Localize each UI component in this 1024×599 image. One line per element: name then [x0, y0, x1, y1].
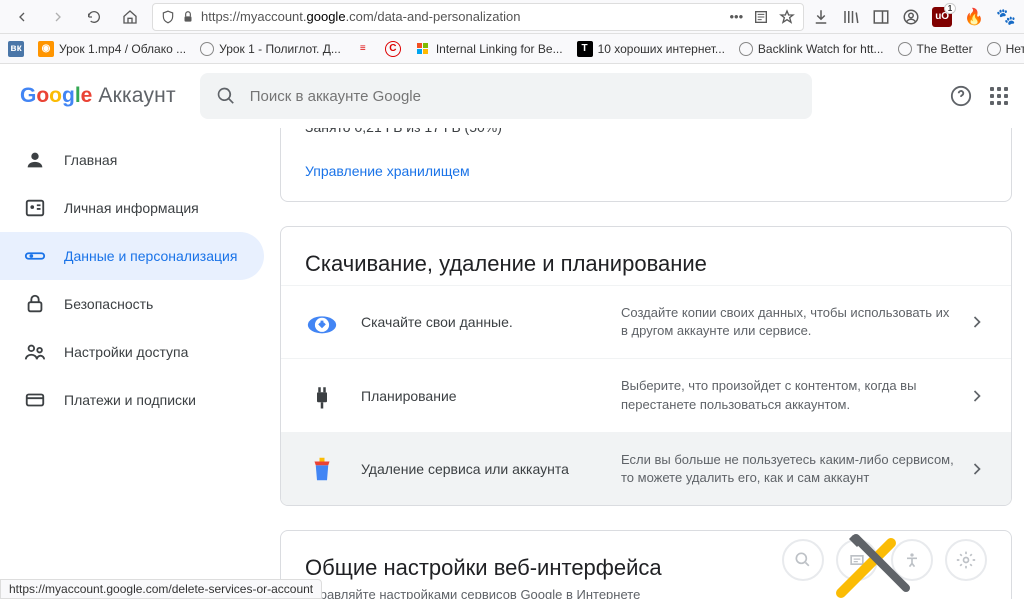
sidebar-item-personal[interactable]: Личная информация — [0, 184, 264, 232]
chevron-right-icon — [967, 386, 987, 406]
bookmark-item[interactable]: Internal Linking for Be... — [415, 41, 563, 57]
google-header: Google Аккаунт — [0, 64, 1024, 128]
reload-button[interactable] — [80, 3, 108, 31]
apps-grid-icon[interactable] — [990, 87, 1008, 105]
sidebar-item-home[interactable]: Главная — [0, 136, 264, 184]
manage-storage-link[interactable]: Управление хранилищем — [305, 163, 470, 179]
chevron-right-icon — [967, 312, 987, 332]
storage-used-text: Занято 0,21 ГБ из 17 ГБ (50%) — [305, 128, 987, 135]
search-input[interactable] — [250, 88, 796, 105]
bookmark-item[interactable]: The Better — [898, 42, 973, 56]
google-logo[interactable]: Google Аккаунт — [20, 84, 176, 108]
library-icon[interactable] — [842, 8, 860, 26]
sidebar-item-payments[interactable]: Платежи и подписки — [0, 376, 264, 424]
chevron-right-icon — [967, 459, 987, 479]
sidebar-icon[interactable] — [872, 8, 890, 26]
home-button[interactable] — [116, 3, 144, 31]
bookmark-item[interactable]: Нетология | Landing ... — [987, 42, 1024, 56]
download-data-row[interactable]: Скачайте свои данные. Создайте копии сво… — [281, 285, 1011, 358]
bookmark-item[interactable]: C — [385, 41, 401, 57]
bookmark-item[interactable]: ◉Урок 1.mp4 / Облако ... — [38, 41, 186, 57]
bookmark-item[interactable]: Backlink Watch for htt... — [739, 42, 884, 56]
shield-icon — [161, 10, 175, 24]
bookmark-star-icon[interactable] — [779, 9, 795, 25]
bookmark-item[interactable]: вк — [8, 41, 24, 57]
storage-card: Занято 0,21 ГБ из 17 ГБ (50%) Управление… — [280, 128, 1012, 202]
reader-icon[interactable] — [753, 9, 769, 25]
bookmarks-bar: вк ◉Урок 1.mp4 / Облако ... Урок 1 - Пол… — [0, 34, 1024, 64]
sidebar: Главная Личная информация Данные и персо… — [0, 128, 280, 599]
download-delete-card: Скачивание, удаление и планирование Скач… — [280, 226, 1012, 506]
browser-toolbar: https://myaccount.google.com/data-and-pe… — [0, 0, 1024, 34]
ublock-icon[interactable]: uO — [932, 7, 952, 27]
card-title: Скачивание, удаление и планирование — [305, 251, 987, 277]
extension-icon-2[interactable]: 🐾 — [996, 7, 1016, 27]
main-content: Занято 0,21 ГБ из 17 ГБ (50%) Управление… — [280, 128, 1024, 599]
url-text: https://myaccount.google.com/data-and-pe… — [201, 9, 724, 24]
sidebar-item-security[interactable]: Безопасность — [0, 280, 264, 328]
gear-circle-icon — [945, 539, 987, 581]
downloads-icon[interactable] — [812, 8, 830, 26]
sidebar-item-data[interactable]: Данные и персонализация — [0, 232, 264, 280]
extension-icon[interactable]: 🔥 — [964, 7, 984, 27]
search-icon — [216, 86, 236, 106]
back-button[interactable] — [8, 3, 36, 31]
status-bar: https://myaccount.google.com/delete-serv… — [0, 579, 322, 599]
trash-icon — [305, 452, 339, 486]
bookmark-item[interactable]: ≡ — [355, 41, 371, 57]
planning-row[interactable]: Планирование Выберите, что произойдет с … — [281, 358, 1011, 431]
lock-icon — [181, 10, 195, 24]
account-circle-icon[interactable] — [902, 8, 920, 26]
bookmark-item[interactable]: Урок 1 - Полиглот. Д... — [200, 42, 341, 56]
search-bar[interactable] — [200, 73, 812, 119]
page-actions-icon[interactable]: ••• — [730, 9, 744, 24]
search-circle-icon — [782, 539, 824, 581]
url-bar[interactable]: https://myaccount.google.com/data-and-pe… — [152, 3, 804, 31]
download-cloud-icon — [305, 305, 339, 339]
delete-account-row[interactable]: Удаление сервиса или аккаунта Если вы бо… — [281, 432, 1011, 505]
plug-icon — [305, 379, 339, 413]
web-settings-card: Общие настройки веб-интерфейса Управляйт… — [280, 530, 1012, 599]
bookmark-item[interactable]: T10 хороших интернет... — [577, 41, 725, 57]
sidebar-item-sharing[interactable]: Настройки доступа — [0, 328, 264, 376]
forward-button[interactable] — [44, 3, 72, 31]
web-settings-illustration — [778, 539, 991, 581]
help-icon[interactable] — [950, 85, 972, 107]
